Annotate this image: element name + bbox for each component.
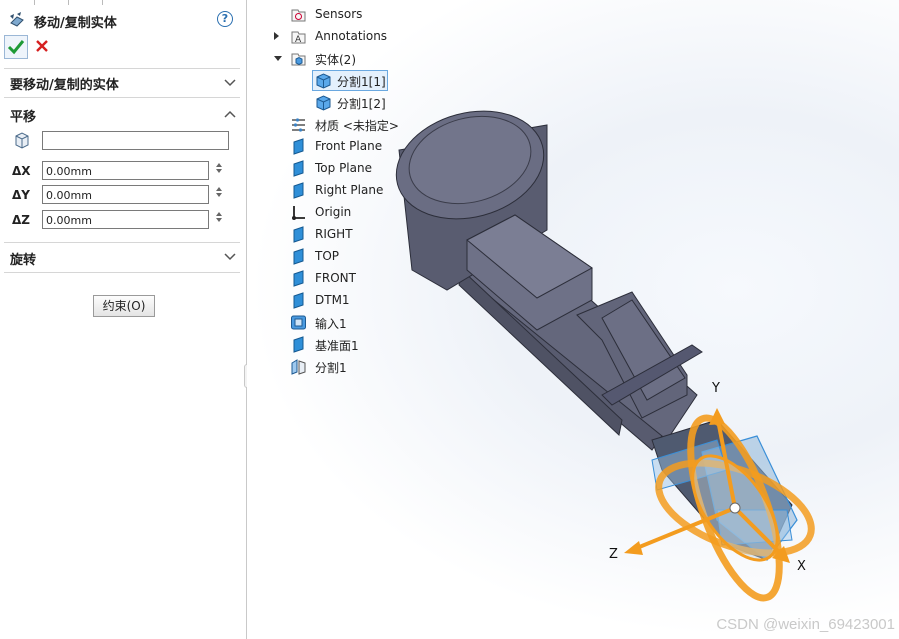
cancel-button[interactable] — [34, 37, 50, 55]
tree-item-label: Top Plane — [315, 161, 372, 175]
dx-input[interactable]: 0.00mm — [42, 161, 209, 180]
tree-item-label: 基准面1 — [315, 339, 359, 353]
watermark: CSDN @weixin_69423001 — [716, 616, 895, 633]
constraints-button[interactable]: 约束(O) — [93, 295, 155, 317]
section-rotate-title[interactable]: 旋转 — [10, 249, 36, 268]
plane-icon — [293, 248, 304, 265]
tree-item-label: 实体(2) — [315, 53, 356, 67]
tree-item-annotations[interactable]: A Annotations — [274, 26, 494, 48]
plane-icon — [293, 226, 304, 243]
plane-icon — [293, 160, 304, 177]
tree-item-material[interactable]: 材质 <未指定> — [290, 114, 510, 136]
svg-text:A: A — [295, 35, 302, 45]
dy-spinner[interactable] — [214, 185, 224, 204]
pm-title: 移动/复制实体 — [34, 16, 117, 31]
divider — [4, 242, 240, 243]
pm-tab-strip[interactable] — [0, 0, 246, 5]
origin-icon — [292, 206, 305, 220]
chevron-down-icon[interactable] — [224, 252, 236, 262]
tree-item-dtm1[interactable]: DTM1 — [290, 290, 510, 312]
chevron-down-icon[interactable] — [224, 78, 236, 88]
tree-item-label: Annotations — [315, 29, 388, 43]
plane-icon — [293, 336, 304, 353]
tree-item-label: 分割1[1] — [337, 75, 386, 89]
divider — [4, 97, 240, 98]
tree-item-label: 分割1 — [315, 361, 347, 375]
plane-icon — [293, 138, 304, 155]
tree-item-label: Origin — [315, 205, 352, 219]
bodies-folder-icon — [291, 53, 306, 66]
tree-item-top[interactable]: TOP — [290, 246, 510, 268]
section-translate-title[interactable]: 平移 — [10, 106, 36, 125]
pm-header: 移动/复制实体 — [8, 9, 240, 31]
tree-item-import1[interactable]: 输入1 — [290, 312, 510, 334]
split-icon — [291, 359, 306, 375]
dx-label: ΔX — [12, 164, 31, 178]
tree-item-right[interactable]: RIGHT — [290, 224, 510, 246]
plane-icon — [293, 292, 304, 309]
solid-body-icon — [316, 73, 331, 89]
translate-reference-icon — [15, 132, 29, 149]
tree-item-label: RIGHT — [315, 227, 353, 241]
dz-spinner[interactable] — [214, 210, 224, 229]
tree-item-top-plane[interactable]: Top Plane — [290, 158, 510, 180]
triad-x-label: X — [797, 559, 806, 574]
material-icon — [292, 118, 305, 132]
check-icon — [7, 40, 25, 55]
tree-item-split1[interactable]: 分割1 — [290, 356, 510, 378]
triad-y-label: Y — [711, 381, 720, 396]
tree-item-label: Front Plane — [315, 139, 383, 153]
property-manager: 移动/复制实体 ? 要移动/复制的实体 平移 ΔX 0.00mm ΔY 0.00… — [0, 0, 247, 639]
tree-item-label: Sensors — [315, 7, 363, 21]
tree-item-front[interactable]: FRONT — [290, 268, 510, 290]
tree-item-label: Right Plane — [315, 183, 384, 197]
dy-label: ΔY — [12, 188, 30, 202]
tree-item-label: TOP — [315, 249, 340, 263]
tree-item-bodies[interactable]: 实体(2) — [274, 48, 494, 70]
close-icon — [36, 40, 48, 52]
tree-item-body-2[interactable]: 分割1[2] — [315, 92, 535, 114]
translate-reference-field[interactable] — [42, 131, 229, 150]
dz-label: ΔZ — [12, 213, 30, 227]
tree-item-front-plane[interactable]: Front Plane — [290, 136, 510, 158]
triad-z-label: Z — [609, 547, 618, 562]
divider — [4, 272, 240, 273]
tree-item-sensors[interactable]: Sensors — [290, 4, 510, 26]
collapse-icon[interactable] — [274, 56, 282, 61]
tree-item-label: DTM1 — [315, 293, 350, 307]
tree-item-label: 材质 <未指定> — [315, 119, 399, 133]
move-copy-body-icon — [10, 12, 24, 27]
help-icon[interactable]: ? — [217, 11, 233, 27]
plane-icon — [293, 270, 304, 287]
plane-icon — [293, 182, 304, 199]
tree-item-plane1[interactable]: 基准面1 — [290, 334, 510, 356]
divider — [4, 68, 240, 69]
dx-spinner[interactable] — [214, 161, 224, 180]
tree-item-label: 分割1[2] — [337, 97, 386, 111]
dz-input[interactable]: 0.00mm — [42, 210, 209, 229]
annotations-icon: A — [291, 31, 306, 45]
tree-item-origin[interactable]: Origin — [290, 202, 510, 224]
tree-item-label: FRONT — [315, 271, 356, 285]
import-icon — [291, 315, 306, 330]
tree-item-right-plane[interactable]: Right Plane — [290, 180, 510, 202]
expand-icon[interactable] — [274, 32, 279, 40]
sensors-icon — [291, 9, 306, 22]
dy-input[interactable]: 0.00mm — [42, 185, 209, 204]
tree-item-label: 输入1 — [315, 317, 347, 331]
solid-body-icon — [316, 95, 331, 111]
ok-button[interactable] — [4, 35, 28, 59]
section-bodies-title[interactable]: 要移动/复制的实体 — [10, 74, 119, 93]
chevron-up-icon[interactable] — [224, 109, 236, 119]
tree-item-body-1-selected[interactable]: 分割1[1] — [312, 70, 388, 92]
